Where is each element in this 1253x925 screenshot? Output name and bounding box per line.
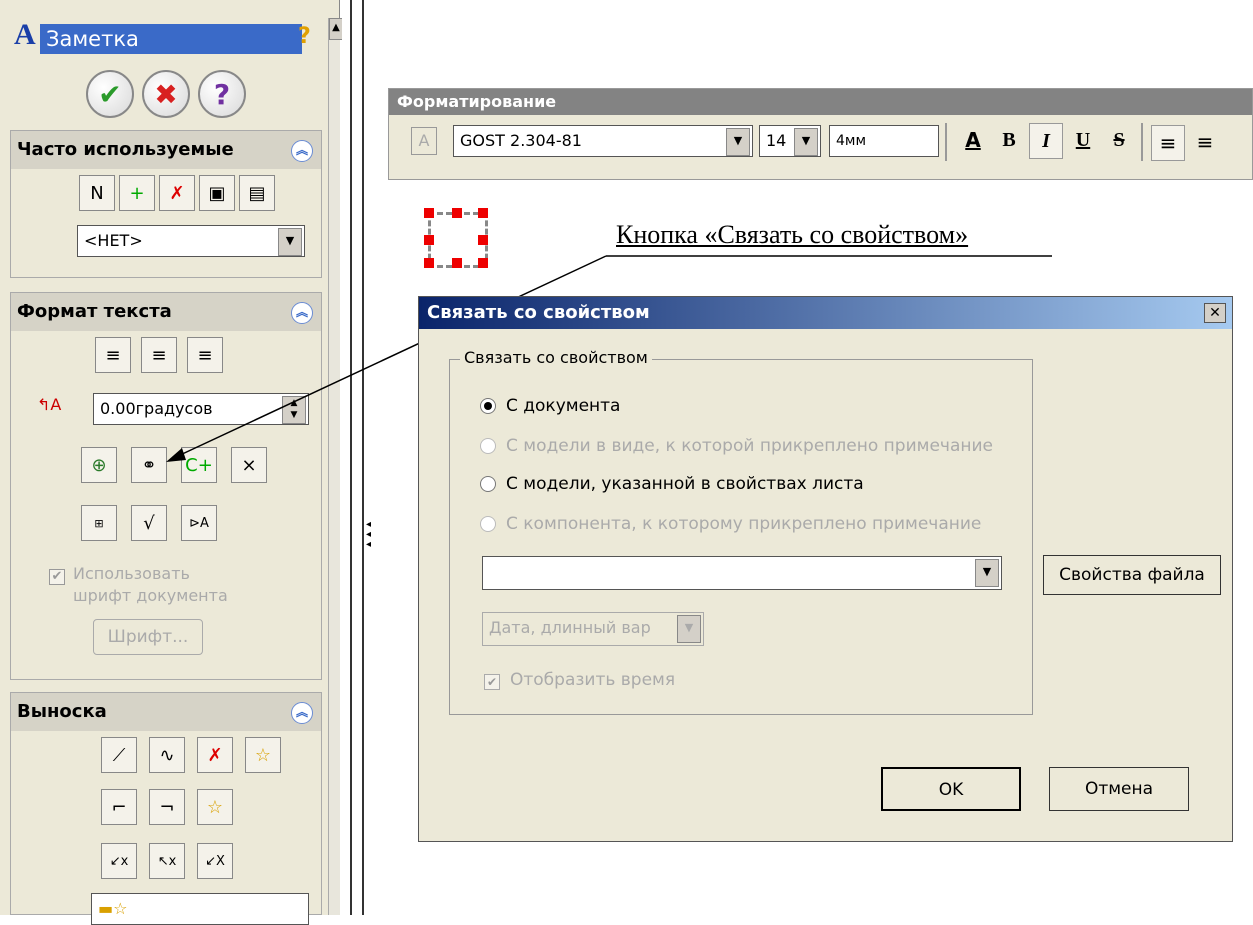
radio-button-icon[interactable] bbox=[480, 398, 496, 414]
dropdown-arrow-icon[interactable]: ▼ bbox=[975, 559, 999, 587]
file-properties-button[interactable]: Свойства файла bbox=[1043, 555, 1221, 595]
radio-label: С компонента, к которому прикреплено при… bbox=[506, 514, 982, 534]
radio-label: С модели в виде, к которой прикреплено п… bbox=[506, 436, 993, 456]
radio-button-icon[interactable] bbox=[480, 476, 496, 492]
radio-from-document[interactable]: С документа bbox=[480, 396, 620, 416]
date-format-combo: Дата, длинный вар ▼ bbox=[482, 612, 704, 646]
close-icon[interactable]: ✕ bbox=[1204, 303, 1226, 323]
ok-button[interactable]: OK bbox=[881, 767, 1021, 811]
show-time-label: Отобразить время bbox=[510, 670, 676, 690]
property-combo[interactable]: ▼ bbox=[482, 556, 1002, 590]
radio-from-view-model: С модели в виде, к которой прикреплено п… bbox=[480, 436, 993, 456]
link-to-property-dialog: Связать со свойством ✕ Связать со свойст… bbox=[418, 296, 1233, 842]
radio-button-icon bbox=[480, 516, 496, 532]
date-format-value: Дата, длинный вар bbox=[489, 618, 651, 637]
dropdown-arrow-icon: ▼ bbox=[677, 615, 701, 643]
property-source-group: Связать со свойством С документа С модел… bbox=[449, 348, 1033, 715]
cancel-button[interactable]: Отмена bbox=[1049, 767, 1189, 811]
group-legend: Связать со свойством bbox=[460, 348, 652, 367]
dialog-title: Связать со свойством bbox=[419, 297, 1232, 329]
radio-from-component: С компонента, к которому прикреплено при… bbox=[480, 514, 981, 534]
radio-button-icon bbox=[480, 438, 496, 454]
radio-from-sheet-model[interactable]: С модели, указанной в свойствах листа bbox=[480, 474, 864, 494]
show-time-checkbox: ✔ bbox=[484, 674, 500, 690]
radio-label: С документа bbox=[506, 396, 621, 416]
radio-label: С модели, указанной в свойствах листа bbox=[506, 474, 864, 494]
